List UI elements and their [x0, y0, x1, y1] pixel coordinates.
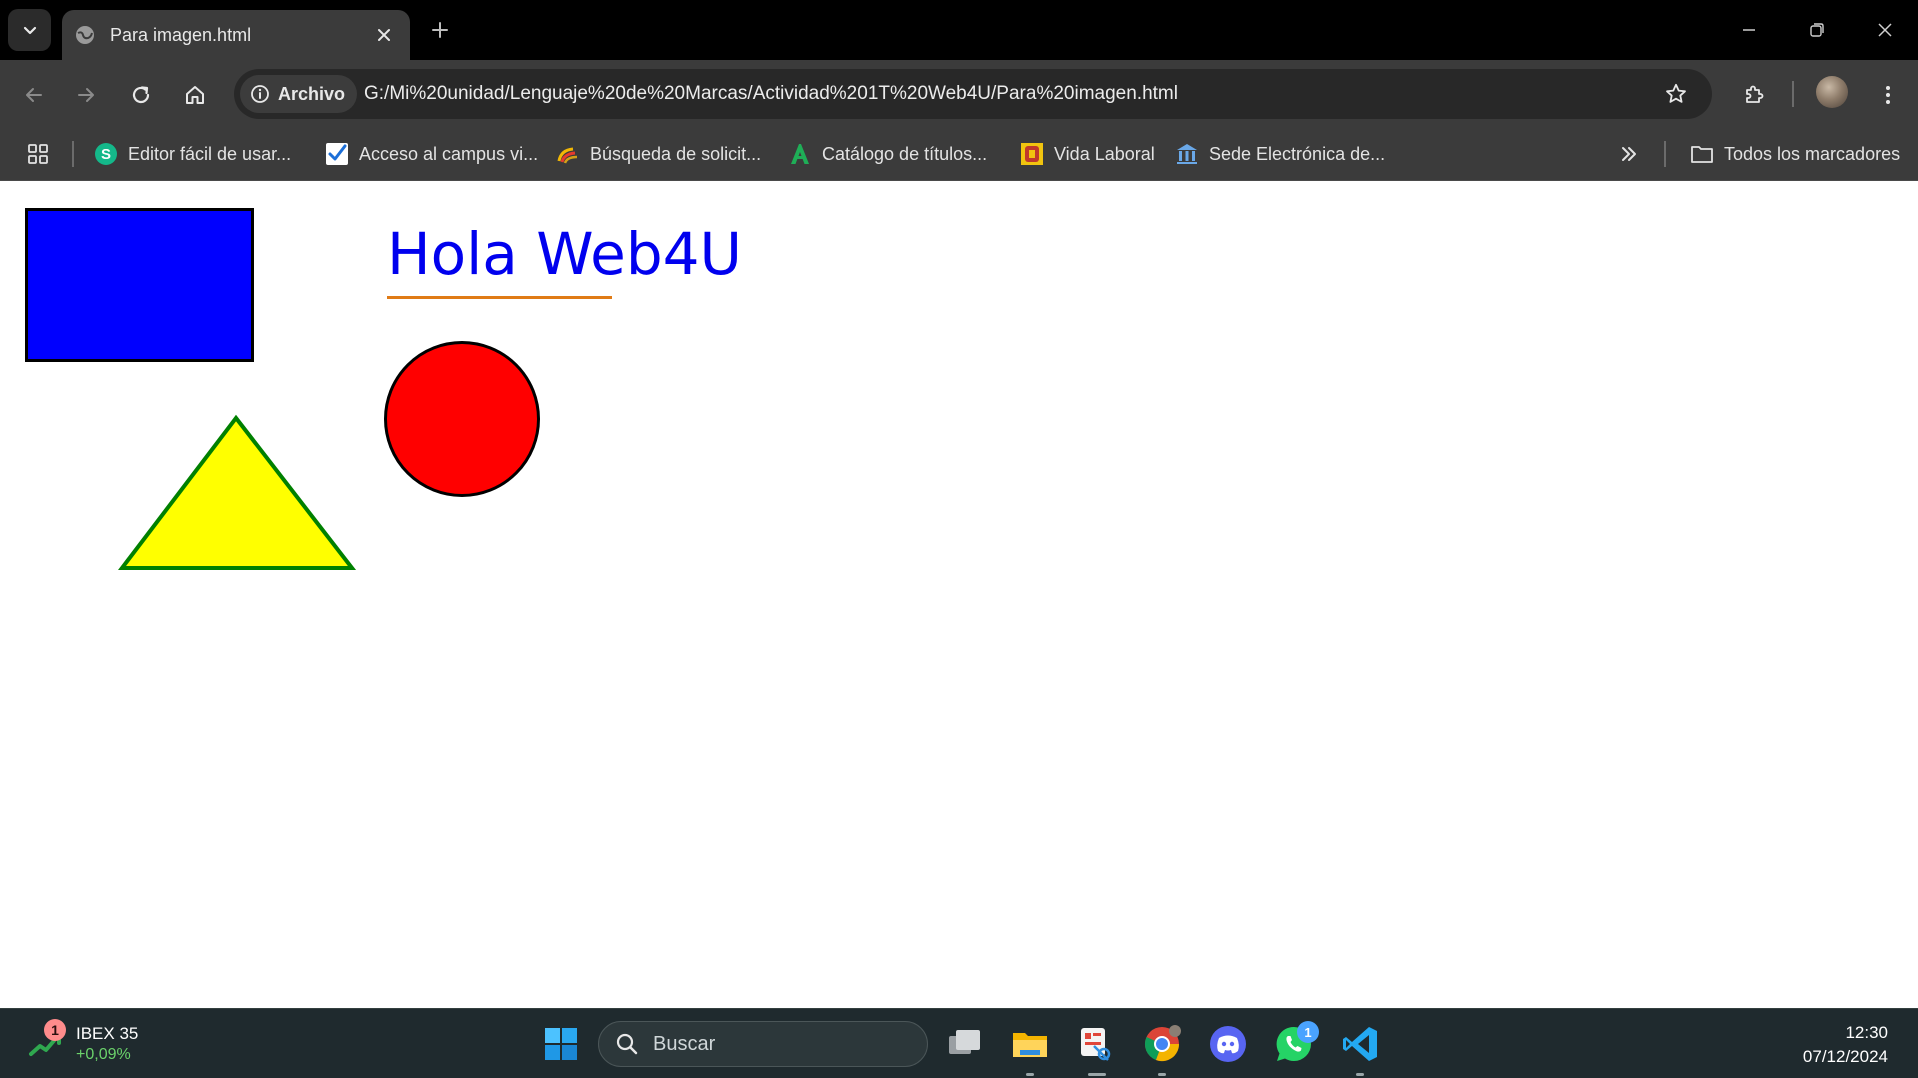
bookmark-star-button[interactable]	[1660, 78, 1692, 110]
heading-underline	[387, 296, 612, 299]
file-explorer-button[interactable]	[1006, 1020, 1054, 1068]
url-text[interactable]: G:/Mi%20unidad/Lenguaje%20de%20Marcas/Ac…	[364, 69, 1178, 119]
tab-search-button[interactable]	[8, 9, 51, 51]
rainbow-icon	[556, 142, 580, 166]
task-view-icon	[949, 1030, 980, 1054]
close-tab-button[interactable]	[370, 21, 398, 49]
page-content: Hola Web4U	[0, 182, 1918, 1008]
vscode-button[interactable]	[1336, 1020, 1384, 1068]
taskbar-search[interactable]: Buscar	[598, 1021, 928, 1067]
widget-badge: 1	[44, 1019, 66, 1041]
home-button[interactable]	[175, 75, 215, 115]
star-icon	[1666, 83, 1686, 103]
yellow-triangle	[118, 414, 357, 570]
toolbar-divider	[1792, 81, 1794, 107]
blue-rectangle	[25, 208, 254, 362]
close-window-button[interactable]	[1862, 12, 1908, 48]
browser-toolbar: Archivo G:/Mi%20unidad/Lenguaje%20de%20M…	[0, 60, 1918, 128]
site-info-label: Archivo	[278, 83, 346, 104]
restore-button[interactable]	[1794, 12, 1840, 48]
arrow-left-icon	[26, 88, 42, 102]
discord-icon	[1210, 1026, 1246, 1062]
home-icon	[186, 86, 204, 104]
windows-logo-icon	[545, 1028, 577, 1060]
puzzle-icon	[1746, 85, 1764, 103]
system-clock[interactable]: 12:30 07/12/2024	[1803, 1021, 1888, 1069]
plus-icon	[432, 22, 448, 38]
discord-button[interactable]	[1204, 1020, 1252, 1068]
running-indicator	[1026, 1073, 1034, 1076]
chrome-button[interactable]	[1138, 1020, 1186, 1068]
reload-button[interactable]	[121, 75, 161, 115]
extensions-button[interactable]	[1734, 75, 1774, 115]
menu-button[interactable]	[1868, 75, 1908, 115]
vscode-icon	[1343, 1027, 1377, 1061]
close-icon	[378, 29, 390, 41]
taskbar: 1 IBEX 35 +0,09% Buscar 1 12:30 07/12/20…	[0, 1008, 1918, 1078]
new-tab-button[interactable]	[424, 14, 456, 46]
minimize-button[interactable]	[1726, 12, 1772, 48]
svg-text:S: S	[101, 146, 111, 163]
double-chevron-right-icon	[1622, 147, 1636, 161]
profile-avatar[interactable]	[1816, 76, 1848, 108]
forward-button[interactable]	[66, 75, 106, 115]
globe-icon	[74, 24, 96, 46]
running-indicator	[1356, 1073, 1364, 1076]
clock-date: 07/12/2024	[1802, 1047, 1888, 1066]
page-heading: Hola Web4U	[387, 220, 742, 288]
checkmark-icon	[325, 142, 349, 166]
apps-grid-icon	[28, 144, 48, 164]
running-indicator	[1158, 1073, 1166, 1076]
task-view-button[interactable]	[940, 1020, 988, 1068]
tab-strip: Para imagen.html	[0, 0, 1918, 60]
snipping-tool-icon	[1081, 1028, 1111, 1061]
more-bookmarks-button[interactable]	[1618, 128, 1640, 180]
bookmark-vida-laboral[interactable]: Vida Laboral	[1020, 128, 1155, 180]
chrome-icon	[1144, 1025, 1181, 1062]
s-logo-icon: S	[94, 142, 118, 166]
minimize-icon	[1743, 29, 1755, 31]
widget-change: +0,09%	[76, 1046, 131, 1063]
widget-name: IBEX 35	[76, 1024, 139, 1043]
bookmark-catalogo[interactable]: Catálogo de títulos...	[788, 128, 987, 180]
a-logo-icon	[788, 142, 812, 166]
building-icon	[1175, 142, 1199, 166]
tab-title: Para imagen.html	[110, 24, 252, 45]
back-button[interactable]	[14, 75, 54, 115]
search-icon	[616, 1033, 638, 1055]
red-circle	[384, 341, 540, 497]
clock-time: 12:30	[1845, 1023, 1888, 1042]
snipping-tool-button[interactable]	[1072, 1020, 1120, 1068]
start-button[interactable]	[537, 1020, 585, 1068]
bookmark-busqueda[interactable]: Búsqueda de solicit...	[556, 128, 761, 180]
apps-button[interactable]	[26, 128, 50, 180]
bookmarks-bar: S Editor fácil de usar... Acceso al camp…	[0, 128, 1918, 181]
running-indicator	[1088, 1073, 1106, 1076]
bookmark-sede[interactable]: Sede Electrónica de...	[1175, 128, 1385, 180]
kebab-menu-icon	[1886, 86, 1890, 104]
all-bookmarks-button[interactable]: Todos los marcadores	[1690, 128, 1900, 180]
bookmarks-divider	[1664, 141, 1666, 167]
restore-icon	[1810, 23, 1824, 37]
arrow-right-icon	[78, 88, 94, 102]
bookmarks-divider	[72, 141, 74, 167]
reload-icon	[132, 86, 150, 104]
close-icon	[1878, 23, 1892, 37]
active-tab[interactable]: Para imagen.html	[62, 10, 410, 60]
address-bar[interactable]: Archivo G:/Mi%20unidad/Lenguaje%20de%20M…	[234, 69, 1712, 119]
site-info-chip[interactable]: Archivo	[240, 75, 358, 113]
folder-icon	[1013, 1033, 1047, 1057]
taskbar-search-placeholder: Buscar	[653, 1032, 716, 1055]
info-icon	[251, 85, 269, 103]
bookmark-editor[interactable]: S Editor fácil de usar...	[94, 128, 291, 180]
chevron-down-icon	[23, 26, 36, 35]
seal-icon	[1020, 142, 1044, 166]
bookmark-campus[interactable]: Acceso al campus vi...	[325, 128, 538, 180]
folder-icon	[1690, 142, 1714, 166]
whatsapp-badge: 1	[1297, 1021, 1319, 1043]
stock-widget[interactable]: 1 IBEX 35 +0,09%	[28, 1017, 138, 1071]
